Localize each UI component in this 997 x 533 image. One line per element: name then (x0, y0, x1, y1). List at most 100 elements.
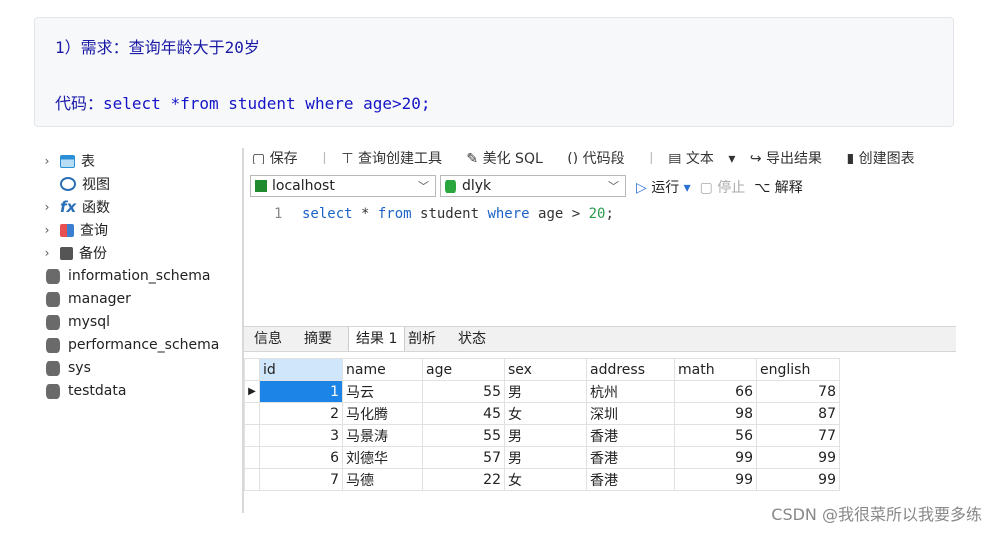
tab-summary[interactable]: 摘要 (297, 327, 339, 351)
connection-select[interactable]: localhost ﹀ (250, 175, 436, 197)
database-icon (46, 360, 60, 376)
database-item[interactable]: performance_schema (46, 334, 219, 356)
column-header[interactable]: name (342, 358, 423, 381)
table-cell[interactable]: 7 (259, 468, 343, 491)
database-select[interactable]: dlyk ﹀ (440, 175, 626, 197)
table-row[interactable]: 3 马景涛 55 男 香港 56 77 (244, 424, 840, 447)
tree-item-backups[interactable]: › 备份 (40, 242, 107, 264)
database-icon (46, 291, 60, 307)
tab-result-1[interactable]: 结果 1 (348, 327, 406, 351)
table-cell[interactable]: 男 (504, 446, 587, 469)
tab-status[interactable]: 状态 (451, 327, 493, 351)
beautify-sql-button[interactable]: ✎ 美化 SQL (466, 151, 552, 164)
tree-item-label: 函数 (82, 200, 110, 216)
database-item[interactable]: sys (46, 357, 91, 379)
table-cell[interactable]: 56 (674, 424, 757, 447)
chevron-right-icon[interactable]: › (40, 200, 54, 214)
database-item[interactable]: manager (46, 288, 131, 310)
database-icon (445, 179, 456, 193)
stop-button[interactable]: ▢ 停止 (700, 180, 746, 196)
table-row[interactable]: 2 马化腾 45 女 深圳 98 87 (244, 402, 840, 425)
column-header[interactable]: english (756, 358, 840, 381)
table-cell[interactable]: 78 (756, 380, 840, 403)
current-row-icon: ▶ (244, 380, 260, 403)
column-header[interactable]: id (259, 358, 343, 381)
table-cell[interactable]: 男 (504, 424, 587, 447)
table-cell[interactable]: 99 (674, 446, 757, 469)
table-cell[interactable]: 香港 (586, 424, 675, 447)
table-cell[interactable]: 66 (674, 380, 757, 403)
table-cell[interactable]: 杭州 (586, 380, 675, 403)
table-cell[interactable]: 深圳 (586, 402, 675, 425)
table-cell[interactable]: 99 (756, 446, 840, 469)
table-cell[interactable]: 马云 (342, 380, 423, 403)
table-cell[interactable]: 香港 (586, 468, 675, 491)
table-cell[interactable]: 6 (259, 446, 343, 469)
table-cell[interactable]: 77 (756, 424, 840, 447)
table-cell[interactable]: 马化腾 (342, 402, 423, 425)
table-cell[interactable]: 22 (422, 468, 505, 491)
table-cell[interactable]: 女 (504, 468, 587, 491)
query-builder-button[interactable]: ⊤ 查询创建工具 (341, 151, 452, 164)
tree-item-views[interactable]: 视图 (40, 173, 110, 195)
table-cell[interactable]: 马德 (342, 468, 423, 491)
database-label: performance_schema (68, 337, 220, 353)
table-cell[interactable]: 马景涛 (342, 424, 423, 447)
table-cell[interactable]: 99 (756, 468, 840, 491)
table-cell[interactable]: 男 (504, 380, 587, 403)
query-icon (60, 223, 74, 237)
code-line: 代码：select *from student where age>20; (55, 90, 431, 114)
column-header[interactable]: address (586, 358, 675, 381)
table-header-row: id name age sex address math english (244, 358, 840, 381)
code-snippet-button[interactable]: () 代码段 (567, 151, 634, 164)
explain-button[interactable]: ⌥ 解释 (754, 180, 803, 196)
backup-icon (60, 246, 73, 260)
table-cell[interactable]: 99 (674, 468, 757, 491)
table-cell[interactable]: 45 (422, 402, 505, 425)
table-cell[interactable]: 香港 (586, 446, 675, 469)
sql-editor[interactable]: 1 select * from student where age > 20; (244, 203, 956, 323)
chevron-right-icon[interactable]: › (40, 154, 54, 168)
tree-item-queries[interactable]: › 查询 (40, 219, 108, 241)
run-button[interactable]: ▷ 运行 ▾ (636, 180, 691, 196)
table-row[interactable]: 6 刘德华 57 男 香港 99 99 (244, 446, 840, 469)
column-header[interactable]: age (422, 358, 505, 381)
database-label: sys (68, 360, 91, 376)
sql-text[interactable]: select * from student where age > 20; (302, 206, 614, 222)
query-toolbar: ▢ 保存 | ⊤ 查询创建工具 ✎ 美化 SQL () 代码段 | ▤ 文本 ▾… (252, 148, 952, 164)
result-table: id name age sex address math english ▶ 1… (244, 358, 840, 491)
database-item[interactable]: information_schema (46, 265, 211, 287)
table-cell[interactable]: 2 (259, 402, 343, 425)
export-result-button[interactable]: ↪ 导出结果 (750, 151, 832, 164)
table-row[interactable]: 7 马德 22 女 香港 99 99 (244, 468, 840, 491)
table-cell[interactable]: 87 (756, 402, 840, 425)
table-cell[interactable]: 55 (422, 380, 505, 403)
tab-profile[interactable]: 剖析 (401, 327, 443, 351)
table-cell[interactable]: 3 (259, 424, 343, 447)
database-label: testdata (68, 383, 127, 399)
watermark-text: CSDN @我很菜所以我要多练 (771, 505, 982, 524)
create-chart-button[interactable]: ▮ 创建图表 (846, 151, 924, 164)
result-tabs: 信息 摘要 结果 1 剖析 状态 (244, 326, 956, 352)
chevron-right-icon[interactable]: › (40, 246, 54, 260)
database-label: information_schema (68, 268, 211, 284)
table-row[interactable]: ▶ 1 马云 55 男 杭州 66 78 (244, 380, 840, 403)
table-cell[interactable]: 1 (259, 380, 343, 403)
chevron-right-icon[interactable]: › (40, 223, 54, 237)
table-cell[interactable]: 女 (504, 402, 587, 425)
column-header[interactable]: math (674, 358, 757, 381)
database-item[interactable]: testdata (46, 380, 126, 402)
tree-item-tables[interactable]: › 表 (40, 150, 95, 172)
table-cell[interactable]: 刘德华 (342, 446, 423, 469)
database-item[interactable]: mysql (46, 311, 110, 333)
table-cell[interactable]: 55 (422, 424, 505, 447)
save-button[interactable]: ▢ 保存 (252, 151, 308, 164)
tab-info[interactable]: 信息 (247, 327, 289, 351)
table-cell[interactable]: 57 (422, 446, 505, 469)
database-label: mysql (68, 314, 110, 330)
column-header[interactable]: sex (504, 358, 587, 381)
function-icon: fx (60, 198, 77, 216)
tree-item-functions[interactable]: › fx 函数 (40, 196, 110, 218)
table-cell[interactable]: 98 (674, 402, 757, 425)
text-button[interactable]: ▤ 文本 ▾ (668, 151, 735, 164)
